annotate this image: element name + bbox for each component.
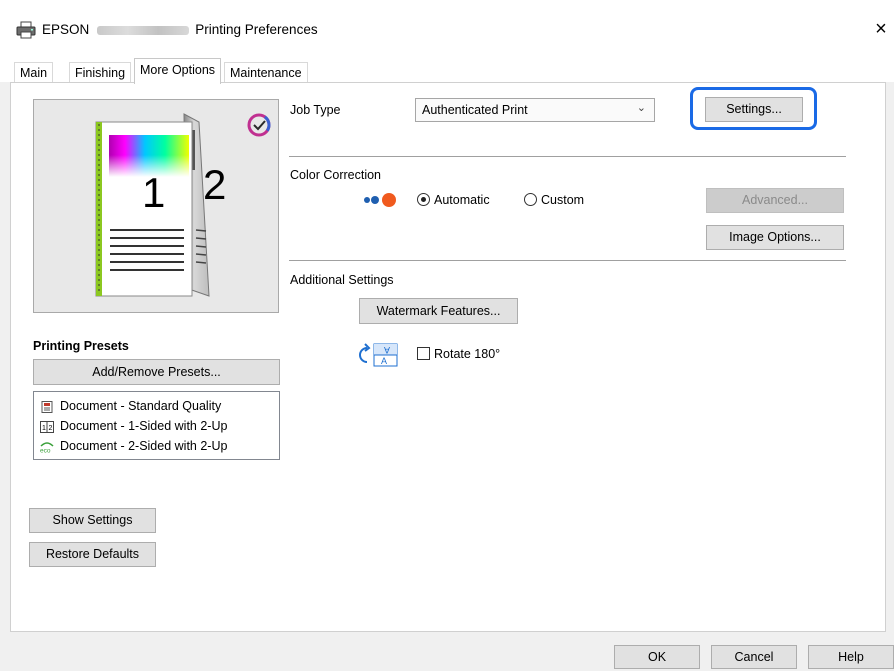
watermark-features-button[interactable]: Watermark Features...: [359, 298, 518, 324]
preset-item-2-sided-2up[interactable]: eco Document - 2-Sided with 2-Up: [40, 437, 227, 455]
document-icon: [41, 400, 53, 413]
model-name-redacted: [97, 25, 190, 35]
preview-box: 1 2: [33, 99, 279, 313]
preset-label: Document - 2-Sided with 2-Up: [60, 439, 228, 453]
automatic-label: Automatic: [434, 193, 490, 207]
eco-icon: eco: [40, 441, 54, 453]
preset-item-1-sided-2up[interactable]: 1 2 Document - 1-Sided with 2-Up: [40, 417, 227, 435]
advanced-button[interactable]: Advanced...: [706, 188, 844, 213]
close-button[interactable]: ×: [868, 16, 894, 42]
cancel-button[interactable]: Cancel: [711, 645, 797, 669]
title-suffix: Printing Preferences: [195, 22, 318, 37]
custom-label: Custom: [541, 193, 585, 207]
rotate-180-checkbox[interactable]: [417, 347, 430, 360]
printing-preferences-window: EPSON Printing Preferences × Main Finishi…: [0, 0, 894, 671]
color-correction-label: Color Correction: [290, 168, 382, 182]
color-dots-icon: [364, 193, 396, 207]
show-settings-button[interactable]: Show Settings: [29, 508, 156, 533]
divider-2: [289, 260, 846, 261]
chevron-down-icon: ⌄: [636, 102, 646, 114]
title-bar: EPSON Printing Preferences ×: [0, 0, 894, 58]
rotate-180-label: Rotate 180°: [434, 347, 501, 361]
ok-button[interactable]: OK: [614, 645, 700, 669]
preset-label: Document - Standard Quality: [60, 399, 222, 413]
title-prefix: EPSON: [42, 22, 90, 37]
printer-icon: [16, 21, 36, 39]
job-type-label: Job Type: [290, 103, 341, 117]
page-number-back: 2: [203, 161, 227, 208]
svg-text:1: 1: [42, 425, 46, 432]
svg-text:A: A: [384, 345, 390, 355]
add-remove-presets-button[interactable]: Add/Remove Presets...: [33, 359, 280, 385]
svg-text:eco: eco: [40, 447, 51, 453]
svg-text:2: 2: [49, 425, 53, 432]
presets-list: Document - Standard Quality 1 2 Document…: [33, 391, 280, 460]
image-options-button[interactable]: Image Options...: [706, 225, 844, 250]
tab-more-options[interactable]: More Options: [134, 58, 222, 84]
divider-1: [289, 156, 846, 157]
two-up-icon: 1 2: [40, 420, 54, 433]
additional-settings-label: Additional Settings: [290, 273, 394, 287]
printing-presets-heading: Printing Presets: [33, 339, 129, 353]
restore-defaults-button[interactable]: Restore Defaults: [29, 542, 156, 567]
job-type-value: Authenticated Print: [422, 103, 528, 117]
job-type-select[interactable]: Authenticated Print ⌄: [415, 98, 655, 122]
preset-label: Document - 1-Sided with 2-Up: [60, 419, 228, 433]
job-settings-button[interactable]: Settings...: [705, 97, 803, 122]
tab-finishing[interactable]: Finishing: [69, 62, 132, 83]
rotate-icon: A A: [359, 343, 398, 367]
help-button[interactable]: Help: [808, 645, 894, 669]
svg-text:A: A: [381, 356, 387, 366]
automatic-radio[interactable]: [417, 193, 430, 206]
preset-item-standard-quality[interactable]: Document - Standard Quality: [40, 397, 221, 415]
custom-radio[interactable]: [524, 193, 537, 206]
tab-main[interactable]: Main: [14, 62, 54, 83]
tab-maintenance[interactable]: Maintenance: [224, 62, 308, 83]
window-title: EPSON Printing Preferences: [42, 22, 318, 37]
page-number-front: 1: [142, 169, 166, 216]
